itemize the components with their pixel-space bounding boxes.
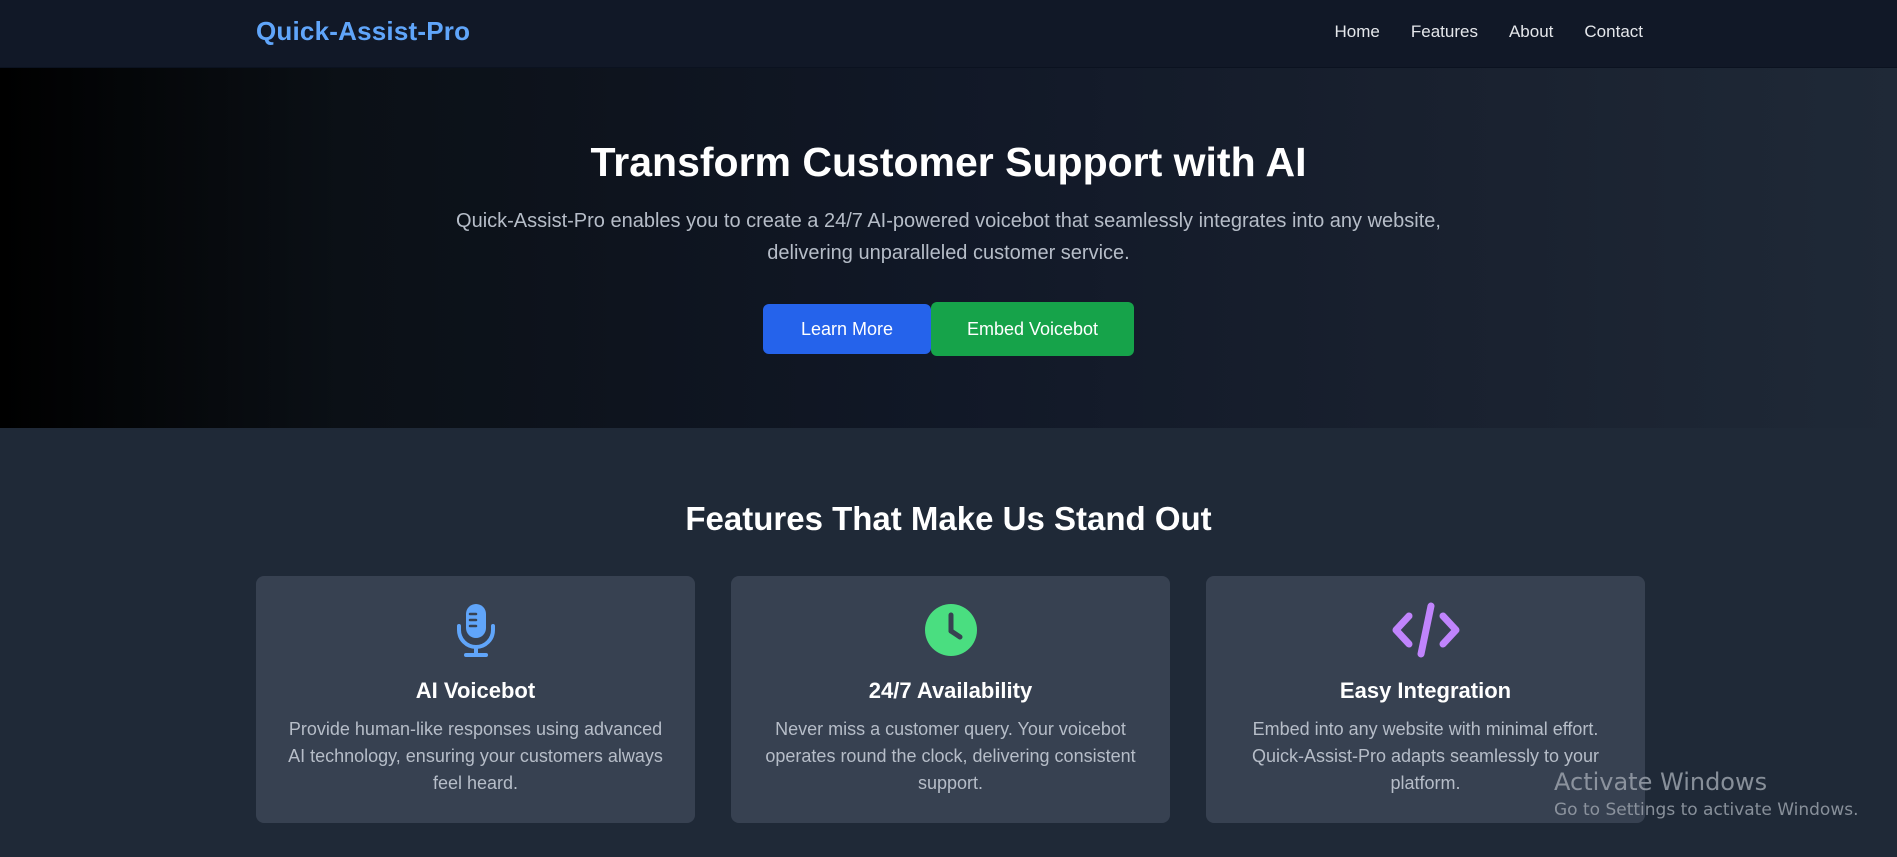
nav-links: Home Features About Contact (1335, 22, 1643, 42)
feature-card-integration: Easy Integration Embed into any website … (1206, 576, 1645, 823)
clock-icon (731, 602, 1170, 658)
hero-section: Transform Customer Support with AI Quick… (0, 68, 1897, 428)
feature-card-availability: 24/7 Availability Never miss a customer … (731, 576, 1170, 823)
feature-card-ai-voicebot: AI Voicebot Provide human-like responses… (256, 576, 695, 823)
learn-more-button[interactable]: Learn More (763, 304, 931, 354)
feature-title-availability: 24/7 Availability (868, 678, 1033, 703)
feature-text-integration: Embed into any website with minimal effo… (1251, 719, 1600, 793)
microphone-icon (256, 602, 695, 658)
nav-link-home[interactable]: Home (1335, 22, 1380, 42)
top-navbar: Quick-Assist-Pro Home Features About Con… (0, 0, 1897, 68)
feature-title-integration: Easy Integration (1339, 678, 1512, 703)
brand-logo[interactable]: Quick-Assist-Pro (256, 16, 470, 47)
nav-link-features[interactable]: Features (1411, 22, 1478, 42)
features-title: Features That Make Us Stand Out (685, 500, 1212, 537)
hero-buttons: Learn More Embed Voicebot (0, 302, 1897, 356)
feature-title-ai-voicebot: AI Voicebot (415, 678, 536, 703)
features-section: Features That Make Us Stand Out AI Voice… (0, 428, 1897, 857)
code-icon (1206, 602, 1645, 658)
hero-subtitle: Quick-Assist-Pro enables you to create a… (456, 210, 1441, 264)
feature-text-availability: Never miss a customer query. Your voiceb… (765, 719, 1136, 793)
embed-voicebot-button[interactable]: Embed Voicebot (931, 302, 1134, 356)
hero-title: Transform Customer Support with AI (590, 139, 1307, 185)
nav-link-contact[interactable]: Contact (1584, 22, 1643, 42)
feature-cards: AI Voicebot Provide human-like responses… (256, 576, 1645, 823)
nav-link-about[interactable]: About (1509, 22, 1553, 42)
feature-text-ai-voicebot: Provide human-like responses using advan… (288, 719, 663, 793)
